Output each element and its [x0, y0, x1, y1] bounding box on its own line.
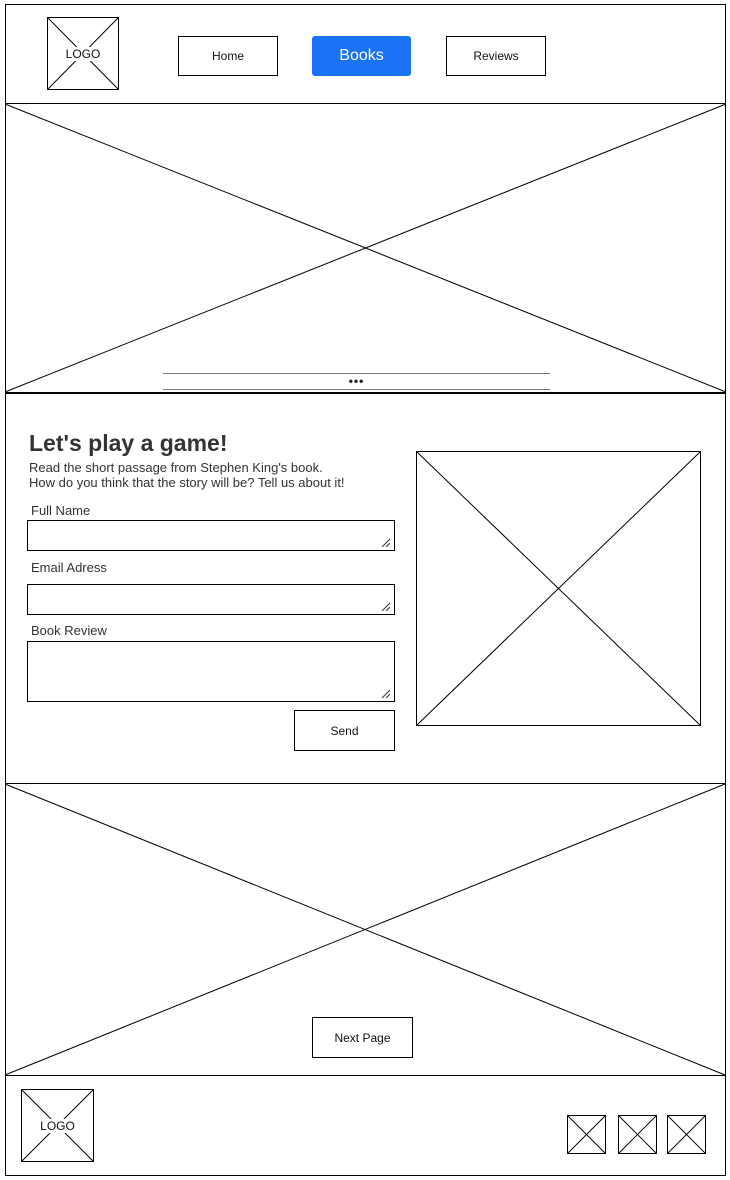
carousel-indicator[interactable]: ••• — [163, 373, 550, 390]
passage-image — [416, 451, 701, 726]
carousel-dots: ••• — [348, 374, 365, 388]
nav-books-label: Books — [339, 47, 384, 64]
hero-image-placeholder-icon — [4, 103, 727, 393]
next-page-button[interactable]: Next Page — [312, 1017, 413, 1058]
book-review-label: Book Review — [31, 623, 107, 638]
social-icon-1[interactable] — [567, 1115, 606, 1154]
footer-logo-label: LOGO — [39, 1118, 76, 1133]
passage-image-placeholder-icon — [416, 451, 701, 726]
email-label: Email Adress — [31, 560, 107, 575]
game-title: Let's play a game! — [29, 430, 228, 456]
hero-image — [4, 103, 727, 394]
nav-books[interactable]: Books — [312, 36, 411, 76]
nav-reviews[interactable]: Reviews — [446, 36, 546, 76]
game-intro-line1: Read the short passage from Stephen King… — [29, 460, 323, 475]
book-review-field[interactable] — [27, 641, 395, 702]
resize-grip-icon — [381, 689, 390, 698]
social-placeholder-icon — [667, 1115, 706, 1154]
social-icon-2[interactable] — [618, 1115, 657, 1154]
header-logo-label: LOGO — [64, 46, 102, 61]
social-icon-3[interactable] — [667, 1115, 706, 1154]
full-name-label: Full Name — [31, 503, 91, 518]
nav-reviews-label: Reviews — [473, 49, 519, 63]
send-button-label: Send — [330, 723, 359, 738]
social-placeholder-icon — [618, 1115, 657, 1154]
social-placeholder-icon — [567, 1115, 606, 1154]
nav-home[interactable]: Home — [178, 36, 278, 76]
next-page-label: Next Page — [334, 1030, 391, 1045]
resize-grip-icon — [381, 538, 390, 547]
footer-logo[interactable]: LOGO — [21, 1089, 94, 1162]
header-logo[interactable]: LOGO — [47, 17, 119, 90]
full-name-field[interactable] — [27, 520, 395, 551]
send-button[interactable]: Send — [294, 710, 395, 751]
nav-home-label: Home — [211, 49, 244, 63]
email-field[interactable] — [27, 584, 395, 615]
game-intro-line2: How do you think that the story will be?… — [29, 475, 345, 490]
resize-grip-icon — [381, 602, 390, 611]
